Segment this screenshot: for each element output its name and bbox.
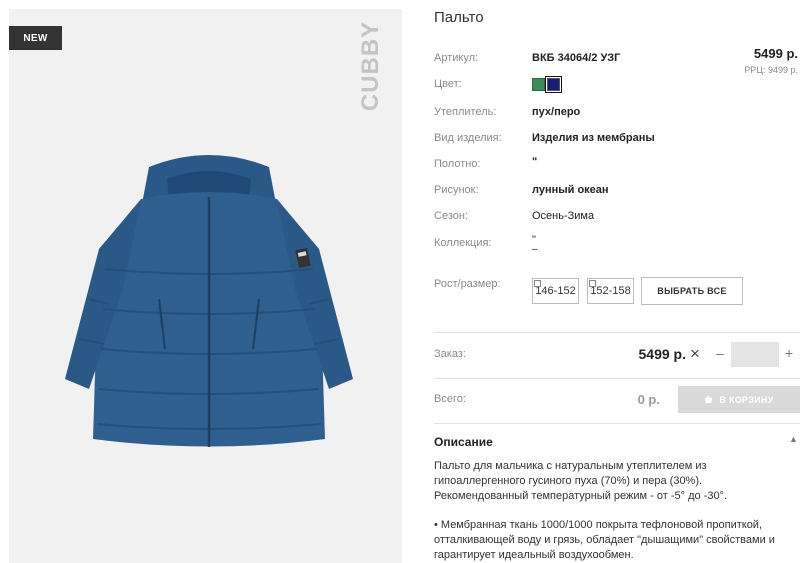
order-price: 5499 р. xyxy=(638,346,686,362)
remove-icon[interactable]: × xyxy=(690,344,700,364)
attr-value-article: ВКБ 34064/2 УЗГ xyxy=(532,52,621,64)
jacket-image xyxy=(65,155,353,447)
attr-label-insulation: Утеплитель: xyxy=(434,106,497,118)
add-to-cart-button[interactable]: В КОРЗИНУ xyxy=(678,386,800,413)
attr-label-size: Рост/размер: xyxy=(434,278,501,290)
attr-value-product-type: Изделия из мембраны xyxy=(532,132,655,144)
select-all-button[interactable]: ВЫБРАТЬ ВСЕ xyxy=(641,277,743,305)
divider xyxy=(434,332,800,333)
attr-label-fabric: Полотно: xyxy=(434,158,481,170)
color-swatch-green[interactable] xyxy=(532,78,545,91)
attr-label-collection: Коллекция: xyxy=(434,237,492,249)
attr-value-insulation: пух/перо xyxy=(532,106,581,118)
attr-label-pattern: Рисунок: xyxy=(434,184,479,196)
size-option-152-158[interactable]: 152-158 xyxy=(587,278,634,304)
cart-icon xyxy=(705,395,713,404)
decrease-quantity-button[interactable]: – xyxy=(716,345,724,361)
description-paragraph: Пальто для мальчика с натуральным утепли… xyxy=(434,460,728,502)
color-swatch-navy[interactable] xyxy=(545,76,562,93)
attr-value-season: Осень-Зима xyxy=(532,210,595,222)
size-option-146-152[interactable]: 146-152 xyxy=(532,278,579,304)
attr-label-color: Цвет: xyxy=(434,78,462,90)
divider xyxy=(434,423,800,424)
size-label: 146-152 xyxy=(535,285,576,297)
rrp-price: РРЦ: 9499 р. xyxy=(744,65,798,75)
brand-logo: CUBBY xyxy=(357,20,384,112)
size-checkbox-icon[interactable] xyxy=(534,280,541,287)
order-label: Заказ: xyxy=(434,348,466,360)
attr-label-season: Сезон: xyxy=(434,210,468,222)
increase-quantity-button[interactable]: + xyxy=(785,345,793,361)
divider xyxy=(434,378,800,379)
size-label: 152-158 xyxy=(590,285,631,297)
attr-label-article: Артикул: xyxy=(434,52,479,64)
new-badge: NEW xyxy=(9,26,62,50)
size-checkbox-icon[interactable] xyxy=(589,280,596,287)
total-label: Всего: xyxy=(434,393,466,405)
attr-value-pattern: лунный океан xyxy=(532,184,609,196)
product-price: 5499 р. xyxy=(753,46,798,61)
attr-label-product-type: Вид изделия: xyxy=(434,132,502,144)
description-paragraph: • Мембранная ткань 1000/1000 покрыта теф… xyxy=(434,519,775,561)
product-title: Пальто xyxy=(434,9,484,26)
description-heading[interactable]: Описание xyxy=(434,435,493,449)
total-price: 0 р. xyxy=(637,392,660,407)
attr-value-fabric: " xyxy=(532,156,538,168)
collapse-arrow-icon[interactable]: ▲ xyxy=(789,434,798,444)
collection-underline: – xyxy=(532,244,538,255)
add-to-cart-label: В КОРЗИНУ xyxy=(719,394,774,405)
product-image-panel[interactable]: NEW CUBBY xyxy=(9,9,402,563)
quantity-input[interactable] xyxy=(731,342,779,367)
